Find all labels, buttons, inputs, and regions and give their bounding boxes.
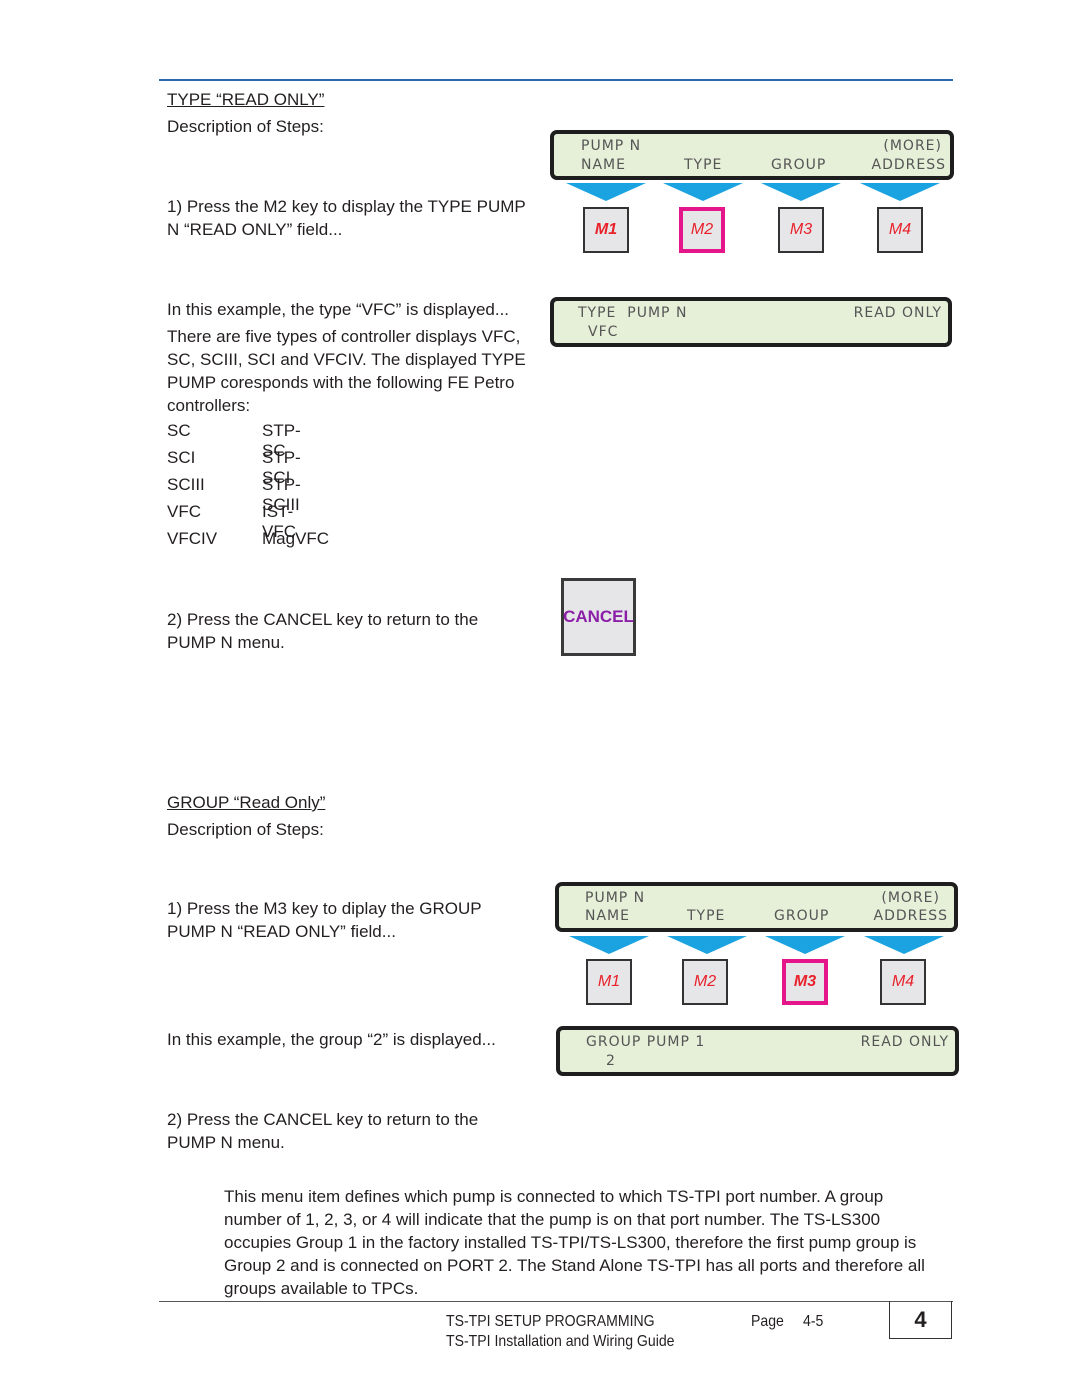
cancel-key[interactable]: CANCEL (561, 578, 636, 656)
type-para-line: PUMP coresponds with the following FE Pe… (167, 373, 515, 392)
note-line: number of 1, 2, 3, or 4 will indicate th… (224, 1210, 881, 1229)
type-para-line: controllers: (167, 396, 251, 415)
arrow-down-icon (569, 936, 649, 954)
lcd-line1-right: READ ONLY (860, 1034, 949, 1050)
lcd-title: PUMP N (581, 138, 642, 154)
m2-key[interactable]: M2 (682, 959, 728, 1005)
type-para-line: There are five types of controller displ… (167, 327, 521, 346)
controller-type: VFCIV (167, 529, 218, 548)
controller-model: MagVFC (262, 529, 330, 548)
lcd-option-address: ADDRESS (871, 157, 946, 173)
lcd-more: (MORE) (883, 138, 942, 154)
arrow-down-icon (667, 936, 747, 954)
arrow-down-icon (860, 183, 940, 201)
note-line: occupies Group 1 in the factory installe… (224, 1233, 917, 1252)
lcd-line2: 2 (606, 1053, 616, 1069)
controller-type: VFC (167, 502, 201, 521)
type-step2-line1: 2) Press the CANCEL key to return to the (167, 610, 479, 629)
group-section-heading: GROUP “Read Only” (167, 793, 326, 812)
m2-key[interactable]: M2 (679, 207, 725, 253)
m3-key[interactable]: M3 (778, 207, 824, 253)
arrow-down-icon (663, 183, 743, 201)
footer-page-number: 4-5 (803, 1313, 824, 1330)
type-step2-line2: PUMP N menu. (167, 633, 285, 652)
footer-page-label: Page (751, 1313, 784, 1330)
lcd-title: PUMP N (585, 890, 646, 906)
lcd-option-name: NAME (581, 157, 626, 173)
group-step1-line1: 1) Press the M3 key to diplay the GROUP (167, 899, 482, 918)
arrow-down-icon (566, 183, 646, 201)
lcd-option-type: TYPE (687, 908, 726, 924)
lcd-more: (MORE) (881, 890, 940, 906)
type-para-line: SC, SCIII, SCI and VFCIV. The displayed … (167, 350, 526, 369)
lcd-option-group: GROUP (771, 157, 827, 173)
type-section-heading: TYPE “READ ONLY” (167, 90, 325, 109)
type-step1-line2: N “READ ONLY” field... (167, 220, 343, 239)
lcd-option-name: NAME (585, 908, 630, 924)
controller-type: SCIII (167, 475, 205, 494)
footer-guide-title: TS-TPI Installation and Wiring Guide (446, 1333, 675, 1350)
controller-type: SCI (167, 448, 196, 467)
lcd-option-address: ADDRESS (873, 908, 948, 924)
lcd-line1-left: GROUP PUMP 1 (586, 1034, 706, 1050)
top-rule (159, 79, 953, 81)
group-step1-line2: PUMP N “READ ONLY” field... (167, 922, 396, 941)
group-example: In this example, the group “2” is displa… (167, 1030, 496, 1049)
type-result-lcd: TYPE PUMP N READ ONLY VFC (550, 297, 952, 347)
arrow-down-icon (765, 936, 845, 954)
m4-key[interactable]: M4 (877, 207, 923, 253)
m3-key[interactable]: M3 (782, 959, 828, 1005)
chapter-number: 4 (889, 1301, 952, 1339)
m1-key[interactable]: M1 (583, 207, 629, 253)
lcd-option-type: TYPE (684, 157, 723, 173)
pump-menu-lcd: PUMP N (MORE) NAME TYPE GROUP ADDRESS (550, 130, 954, 180)
arrow-down-icon (761, 183, 841, 201)
type-desc-label: Description of Steps: (167, 117, 324, 136)
type-step1-line1: 1) Press the M2 key to display the TYPE … (167, 197, 526, 216)
m1-key[interactable]: M1 (586, 959, 632, 1005)
footer-section-title: TS-TPI SETUP PROGRAMMING (446, 1313, 655, 1330)
pump-menu-lcd: PUMP N (MORE) NAME TYPE GROUP ADDRESS (555, 882, 958, 932)
lcd-option-group: GROUP (774, 908, 830, 924)
lcd-line2: VFC (588, 324, 619, 340)
lcd-line1-right: READ ONLY (853, 305, 942, 321)
note-line: This menu item defines which pump is con… (224, 1187, 884, 1206)
group-desc-label: Description of Steps: (167, 820, 324, 839)
group-step2-line1: 2) Press the CANCEL key to return to the (167, 1110, 479, 1129)
m4-key[interactable]: M4 (880, 959, 926, 1005)
footer-rule (159, 1301, 953, 1302)
group-step2-line2: PUMP N menu. (167, 1133, 285, 1152)
group-result-lcd: GROUP PUMP 1 READ ONLY 2 (556, 1026, 959, 1076)
type-example: In this example, the type “VFC” is displ… (167, 300, 510, 319)
lcd-line1-left: TYPE PUMP N (578, 305, 688, 321)
controller-type: SC (167, 421, 191, 440)
note-line: Group 2 and is connected on PORT 2. The … (224, 1256, 925, 1275)
arrow-down-icon (864, 936, 944, 954)
note-line: groups available to TPCs. (224, 1279, 419, 1298)
